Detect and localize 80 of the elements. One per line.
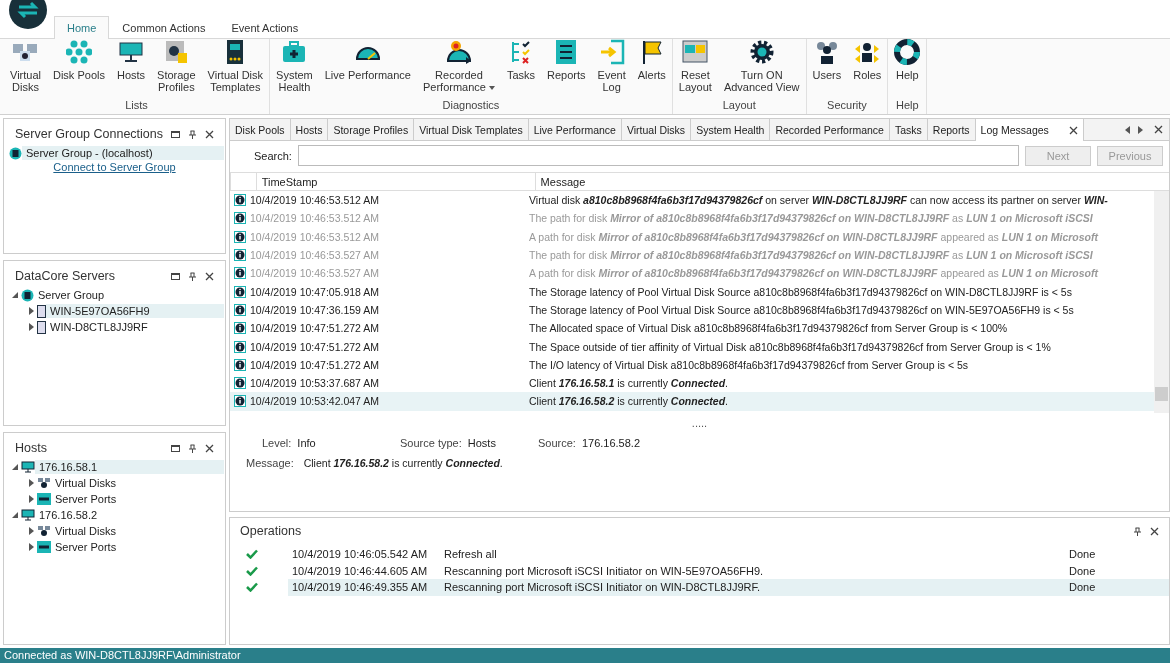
column-header[interactable]: TimeStamp bbox=[255, 173, 535, 190]
ribbon-button[interactable]: Recorded Performance bbox=[416, 39, 501, 99]
field-value: 176.16.58.2 bbox=[581, 437, 641, 449]
panel-title: Hosts bbox=[15, 441, 48, 455]
ribbon-tab[interactable]: Home bbox=[54, 16, 110, 39]
timestamp-cell-text: 10/4/2019 10:46:53.512 AM bbox=[250, 230, 381, 243]
ribbon-button[interactable]: Reset Layout bbox=[672, 39, 718, 99]
timestamp-cell-text: 10/4/2019 10:47:51.272 AM bbox=[250, 340, 381, 353]
splitter-handle[interactable]: ..... bbox=[246, 417, 1153, 429]
timestamp-cell-text: 10/4/2019 10:53:42.047 AM bbox=[250, 395, 381, 408]
tree-item[interactable]: Server Group - (localhost) bbox=[22, 146, 224, 160]
ribbon-button[interactable]: Tasks bbox=[500, 39, 542, 99]
message-cell: A path for disk Mirror of a810c8b8968f4fa6b3f17d94379826cf on WIN-D8CTL8JJ9RF appeared as LUN 1 on Microsoft bbox=[529, 267, 1098, 280]
message-cell: Virtual disk a810c8b8968f4fa6b3f17d94379826cf on server WIN-D8CTL8JJ9RF can now access its partner on server WIN- bbox=[529, 194, 1108, 207]
tree-item[interactable]: Server Group bbox=[34, 288, 224, 302]
connect-link[interactable]: Connect to Server Group bbox=[5, 161, 224, 173]
field-value: Client 176.16.58.2 is currently Connected. bbox=[303, 457, 503, 469]
ribbon-button[interactable]: Help bbox=[888, 39, 927, 99]
tree-item[interactable]: WIN-D8CTL8JJ9RF bbox=[46, 320, 224, 334]
tree-item[interactable]: 176.16.58.2 bbox=[35, 508, 224, 522]
log-row[interactable]: 10/4/2019 10:53:42.047 AM Client 176.16.58.2 is currently Connected. bbox=[230, 392, 1154, 411]
field-value: Hosts bbox=[467, 437, 496, 449]
timestamp-cell-text: 10/4/2019 10:47:36.159 AM bbox=[250, 303, 381, 316]
tree-item[interactable]: 176.16.58.1 bbox=[35, 460, 224, 474]
field-label: Source type: bbox=[400, 437, 462, 449]
operation-row[interactable]: 10/4/2019 10:46:49.355 AM Rescanning port Microsoft iSCSI Initiator on WIN-D8CTL8JJ9RF. Done bbox=[288, 579, 1169, 596]
ribbon-button[interactable]: Live Performance bbox=[318, 39, 417, 99]
ribbon-button[interactable]: Users bbox=[806, 39, 848, 99]
message-cell: The path for disk Mirror of a810c8b8968f4fa6b3f17d94379826cf on WIN-D8CTL8JJ9RF as LUN 1 on Microsoft iSCSI bbox=[529, 212, 1093, 225]
timestamp-cell-text: 10/4/2019 10:46:53.527 AM bbox=[250, 249, 381, 262]
tree-item[interactable]: Virtual Disks bbox=[51, 524, 224, 538]
timestamp-cell-text: 10/4/2019 10:46:53.527 AM bbox=[250, 267, 381, 280]
search-label: Search: bbox=[254, 149, 292, 162]
message-cell: The Allocated space of Virtual Disk a810c8b8968f4fa6b3f17d94379826cf from Server Group is < 100% bbox=[529, 322, 1008, 335]
ribbon-button[interactable]: Event Log bbox=[591, 39, 632, 99]
group-label: Layout bbox=[721, 99, 757, 113]
timestamp-cell-text: 10/4/2019 10:47:51.272 AM bbox=[250, 358, 381, 371]
timestamp-cell-text: 10/4/2019 10:46:53.512 AM bbox=[250, 194, 381, 207]
field-label: Message: bbox=[246, 457, 294, 469]
field-label: Source: bbox=[538, 437, 576, 449]
ribbon-button[interactable]: Reports bbox=[541, 39, 592, 99]
ribbon-button[interactable]: Virtual Disk Templates bbox=[201, 39, 270, 99]
panel-title: DataCore Servers bbox=[15, 269, 117, 283]
tree-item[interactable]: WIN-5E97OA56FH9 bbox=[46, 304, 224, 318]
status-bar: Connected as WIN-D8CTL8JJ9RF\Administrator bbox=[0, 648, 1170, 663]
group-label: Diagnostics bbox=[441, 99, 501, 113]
message-cell: Client 176.16.58.2 is currently Connected. bbox=[529, 395, 729, 408]
timestamp-cell-text: 10/4/2019 10:53:37.687 AM bbox=[250, 377, 381, 390]
message-cell: The Space outside of tier affinity of Virtual Disk a810c8b8968f4fa6b3f17d94379826cf from Server Group is < 1% bbox=[529, 340, 1051, 353]
timestamp-cell-text: 10/4/2019 10:46:53.512 AM bbox=[250, 212, 381, 225]
message-cell: A path for disk Mirror of a810c8b8968f4fa6b3f17d94379826cf on WIN-D8CTL8JJ9RF appeared as LUN 1 on Microsoft bbox=[529, 230, 1098, 243]
message-cell: The I/O latency of Virtual Disk a810c8b8968f4fa6b3f17d94379826cf from Server Group is < 5s bbox=[529, 358, 969, 371]
message-cell: Client 176.16.58.1 is currently Connected. bbox=[529, 377, 729, 390]
group-label: Lists bbox=[124, 99, 149, 113]
document-tab[interactable]: Log Messages bbox=[975, 119, 1084, 141]
panel-title: Operations bbox=[240, 524, 303, 538]
message-cell: The path for disk Mirror of a810c8b8968f4fa6b3f17d94379826cf on WIN-D8CTL8JJ9RF as LUN 1 on Microsoft iSCSI bbox=[529, 249, 1093, 262]
column-header[interactable]: Message bbox=[534, 173, 1169, 190]
group-label: Security bbox=[826, 99, 868, 113]
tree-item[interactable]: Server Ports bbox=[51, 492, 224, 506]
ribbon-button[interactable]: Roles bbox=[847, 39, 888, 99]
ribbon-button[interactable]: System Health bbox=[270, 39, 319, 99]
ribbon-button[interactable]: Storage Profiles bbox=[151, 39, 202, 99]
message-cell: The Storage latency of Pool Virtual Disk Source a810c8b8968f4fa6b3f17d94379826cf on WIN-5E97OA56FH9 is < 5s bbox=[529, 303, 1074, 316]
ribbon-button[interactable]: Turn ON Advanced View bbox=[717, 39, 806, 99]
ribbon-button[interactable]: Virtual Disks bbox=[4, 39, 47, 99]
ribbon-button[interactable]: Disk Pools bbox=[47, 39, 111, 99]
timestamp-cell-text: 10/4/2019 10:47:05.918 AM bbox=[250, 285, 381, 298]
timestamp-cell-text: 10/4/2019 10:47:51.272 AM bbox=[250, 322, 381, 335]
ribbon-button[interactable]: Alerts bbox=[631, 39, 672, 99]
tree-item[interactable]: Virtual Disks bbox=[51, 476, 224, 490]
panel-title: Server Group Connections bbox=[15, 127, 163, 141]
group-label: Help bbox=[895, 99, 920, 113]
ribbon-tab[interactable]: Common Actions bbox=[109, 16, 219, 39]
tree-item[interactable]: Server Ports bbox=[51, 540, 224, 554]
field-value: Info bbox=[297, 437, 316, 449]
message-cell: The Storage latency of Pool Virtual Disk Source a810c8b8968f4fa6b3f17d94379826cf on WIN-D8CTL8JJ9RF is < 5s bbox=[529, 285, 1072, 298]
ribbon-button[interactable]: Hosts bbox=[110, 39, 152, 99]
ribbon-tab[interactable]: Event Actions bbox=[218, 16, 312, 39]
field-label: Level: bbox=[262, 437, 292, 449]
